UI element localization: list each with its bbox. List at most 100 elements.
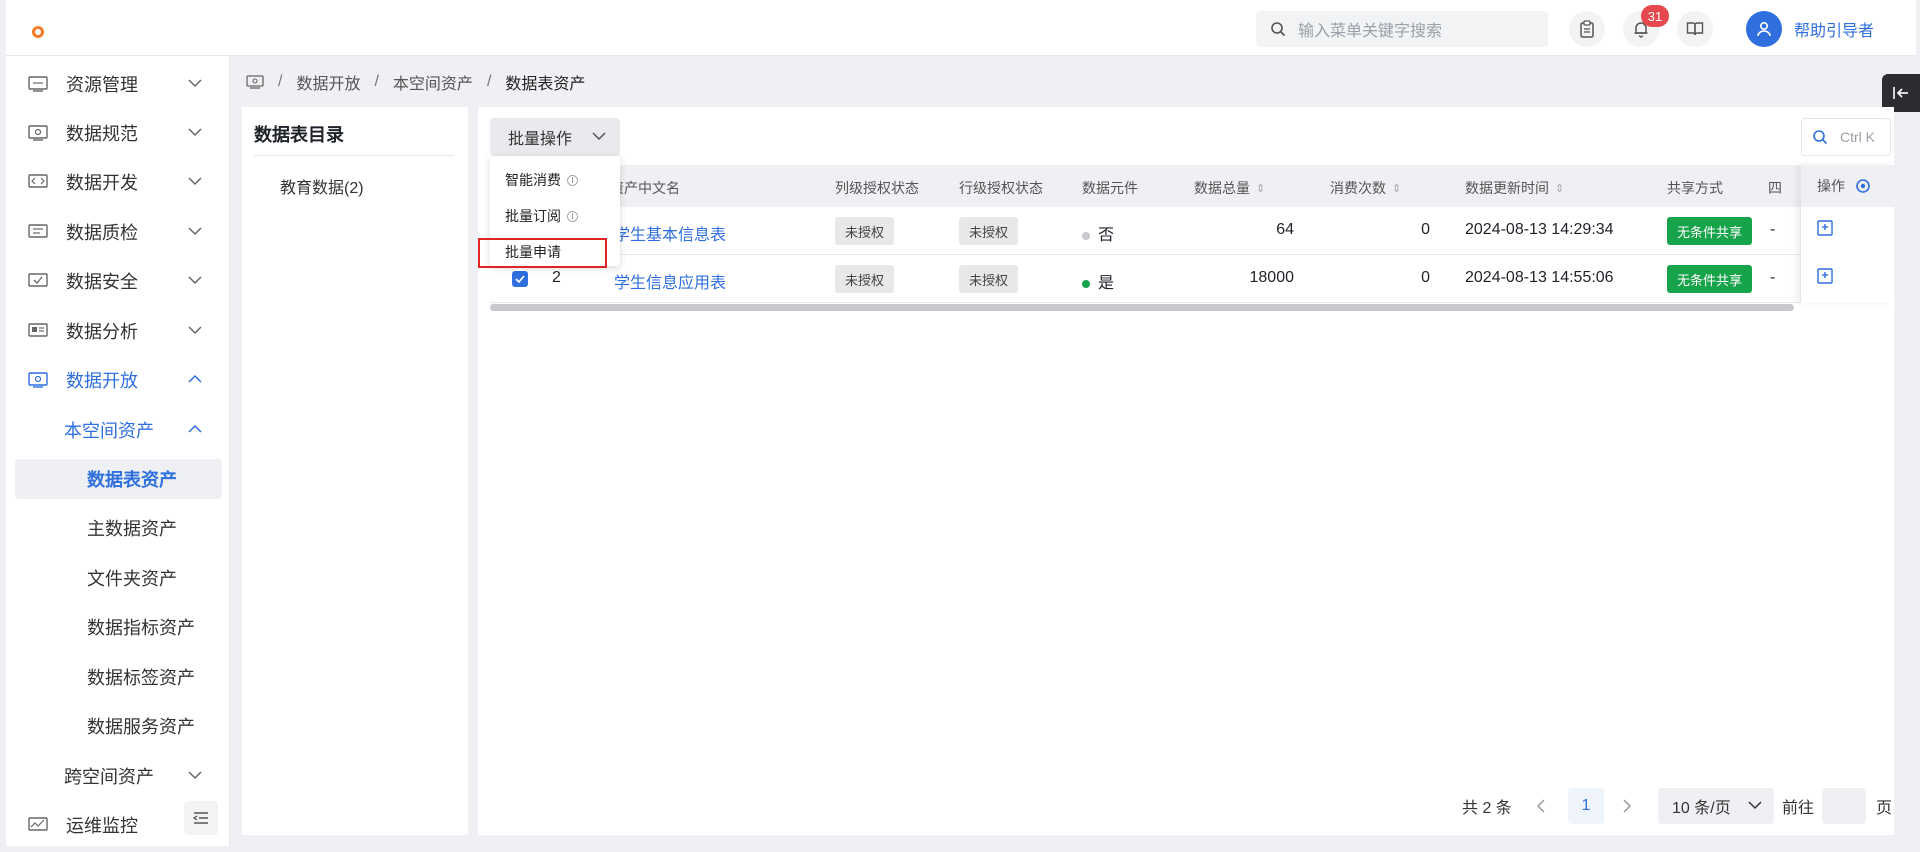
chevron-up-icon — [188, 424, 202, 433]
settings-icon[interactable] — [1855, 178, 1871, 194]
chevron-down-icon — [188, 177, 202, 186]
home-icon[interactable] — [246, 75, 264, 89]
column-header: 行级授权状态 — [959, 180, 1043, 196]
extra-value: - — [1770, 269, 1776, 286]
sidebar-sub-label: 数据服务资产 — [87, 717, 195, 737]
row-checkbox[interactable] — [512, 271, 528, 287]
menu-item-smart-consume[interactable]: 智能消费 i — [505, 170, 578, 190]
sidebar: 资源管理 数据规范 数据开发 数据质检 数据安全 数据分析 数据开放 本空间资产… — [6, 56, 230, 846]
share-mode-tag: 无条件共享 — [1667, 265, 1753, 293]
table-header: 资产中文名 列级授权状态 行级授权状态 数据元件 数据总量 ⇕ 消费次数 ⇕ 数据更… — [490, 165, 1894, 207]
chevron-down-icon — [188, 326, 202, 335]
divider — [254, 155, 454, 156]
check-icon — [515, 275, 525, 283]
menu-fold-icon — [193, 812, 208, 824]
table-row[interactable]: 学生基本信息表 未授权 未授权 否 64 0 2024-08-13 14:29:… — [490, 207, 1894, 255]
column-header: 资产中文名 — [610, 180, 680, 196]
sidebar-item-open[interactable]: 数据开放 — [6, 360, 230, 400]
monitor-icon — [28, 817, 48, 831]
status-dot — [1082, 231, 1090, 240]
sort-icon: ⇕ — [1555, 182, 1565, 195]
next-page-button[interactable] — [1622, 788, 1632, 824]
table-search-button[interactable]: Ctrl K — [1801, 118, 1891, 156]
sidebar-sub-metric-assets[interactable]: 数据指标资产 — [6, 607, 230, 647]
sidebar-sub-table-assets[interactable]: 数据表资产 — [15, 459, 222, 499]
chevron-down-icon — [188, 771, 202, 780]
sidebar-item-resource[interactable]: 资源管理 — [6, 64, 230, 104]
chevron-down-icon — [188, 227, 202, 236]
chevron-down-icon — [592, 132, 606, 141]
breadcrumb: / 数据开放 / 本空间资产 / 数据表资产 — [246, 70, 585, 94]
apply-icon[interactable] — [1817, 268, 1833, 284]
sidebar-item-label: 资源管理 — [66, 75, 138, 95]
sidebar-item-label: 数据分析 — [66, 322, 138, 342]
row-auth-tag: 未授权 — [959, 265, 1019, 293]
column-header-sortable[interactable]: 消费次数 ⇕ — [1330, 178, 1401, 198]
search-icon — [1271, 22, 1286, 37]
horizontal-scrollbar[interactable] — [490, 304, 1794, 311]
sidebar-item-security[interactable]: 数据安全 — [6, 261, 230, 301]
menu-item-batch-subscribe[interactable]: 批量订阅 i — [505, 206, 578, 226]
goto-page-input[interactable] — [1822, 788, 1866, 824]
breadcrumb-current: 数据表资产 — [505, 76, 586, 93]
column-header: 列级授权状态 — [835, 180, 919, 196]
page-size-select[interactable]: 10 条/页 — [1658, 788, 1774, 824]
sidebar-sub-label: 数据指标资产 — [87, 618, 195, 638]
sidebar-item-label: 数据开发 — [66, 173, 138, 193]
sidebar-sub-label: 数据标签资产 — [87, 668, 195, 688]
book-icon — [1686, 22, 1704, 36]
breadcrumb-item[interactable]: 数据开放 — [296, 70, 360, 94]
asset-name-link[interactable]: 学生信息应用表 — [614, 269, 726, 293]
sidebar-item-label: 数据规范 — [66, 124, 138, 144]
catalog-tree-node[interactable]: 教育数据(2) — [280, 174, 364, 198]
menu-search-input[interactable]: 输入菜单关键字搜索 — [1256, 11, 1548, 47]
catalog-panel: 数据表目录 教育数据(2) — [242, 107, 468, 835]
open-icon — [28, 372, 48, 388]
sidebar-item-develop[interactable]: 数据开发 — [6, 162, 230, 202]
sidebar-collapse-button[interactable] — [184, 801, 218, 835]
prev-page-button[interactable] — [1536, 788, 1546, 824]
quality-icon — [28, 224, 48, 238]
column-header-sortable[interactable]: 数据总量 ⇕ — [1194, 178, 1265, 198]
sidebar-sub-folder-assets[interactable]: 文件夹资产 — [6, 558, 230, 598]
table-row[interactable]: 2 学生信息应用表 未授权 未授权 是 18000 0 2024-08-13 1… — [490, 255, 1894, 303]
sidebar-item-quality[interactable]: 数据质检 — [6, 212, 230, 252]
sidebar-sub-master-data[interactable]: 主数据资产 — [6, 508, 230, 548]
breadcrumb-item[interactable]: 本空间资产 — [393, 70, 473, 94]
asset-name-link[interactable]: 学生基本信息表 — [614, 221, 726, 245]
data-element-value: 否 — [1082, 221, 1114, 245]
clipboard-button[interactable] — [1569, 11, 1605, 47]
column-header: 四 — [1768, 180, 1782, 196]
updated-time: 2024-08-13 14:29:34 — [1465, 221, 1614, 238]
sidebar-sub-service-assets[interactable]: 数据服务资产 — [6, 706, 230, 746]
consume-count: 0 — [1421, 221, 1430, 238]
breadcrumb-separator: / — [374, 73, 379, 90]
sidebar-item-analysis[interactable]: 数据分析 — [6, 311, 230, 351]
column-header: 共享方式 — [1667, 180, 1723, 196]
page-number[interactable]: 1 — [1568, 788, 1604, 824]
sidebar-group-cross-space[interactable]: 跨空间资产 — [6, 756, 230, 796]
sidebar-item-standard[interactable]: 数据规范 — [6, 113, 230, 153]
batch-operation-button[interactable]: 批量操作 — [490, 118, 620, 156]
chevron-up-icon — [188, 374, 202, 383]
column-header-sortable[interactable]: 数据更新时间 ⇕ — [1465, 178, 1564, 198]
chevron-down-icon — [188, 79, 202, 88]
sidebar-item-label: 运维监控 — [66, 816, 138, 836]
user-menu[interactable]: 帮助引导者 — [1746, 11, 1874, 47]
docs-button[interactable] — [1677, 11, 1713, 47]
notification-button[interactable]: 31 — [1623, 5, 1669, 47]
notification-badge: 31 — [1641, 5, 1669, 27]
breadcrumb-separator: / — [486, 73, 492, 90]
sidebar-item-label: 数据开放 — [66, 371, 138, 391]
collapse-left-icon — [1893, 87, 1908, 99]
sidebar-sub-tag-assets[interactable]: 数据标签资产 — [6, 657, 230, 697]
chevron-left-icon — [1536, 799, 1545, 813]
sort-icon: ⇕ — [1256, 182, 1266, 195]
sidebar-item-label: 数据质检 — [66, 223, 138, 243]
row-auth-tag: 未授权 — [959, 217, 1019, 245]
avatar — [1746, 11, 1782, 47]
apply-icon[interactable] — [1817, 220, 1833, 236]
chevron-right-icon — [1623, 799, 1632, 813]
clipboard-icon — [1580, 20, 1594, 38]
sidebar-group-own-space[interactable]: 本空间资产 — [6, 410, 230, 450]
